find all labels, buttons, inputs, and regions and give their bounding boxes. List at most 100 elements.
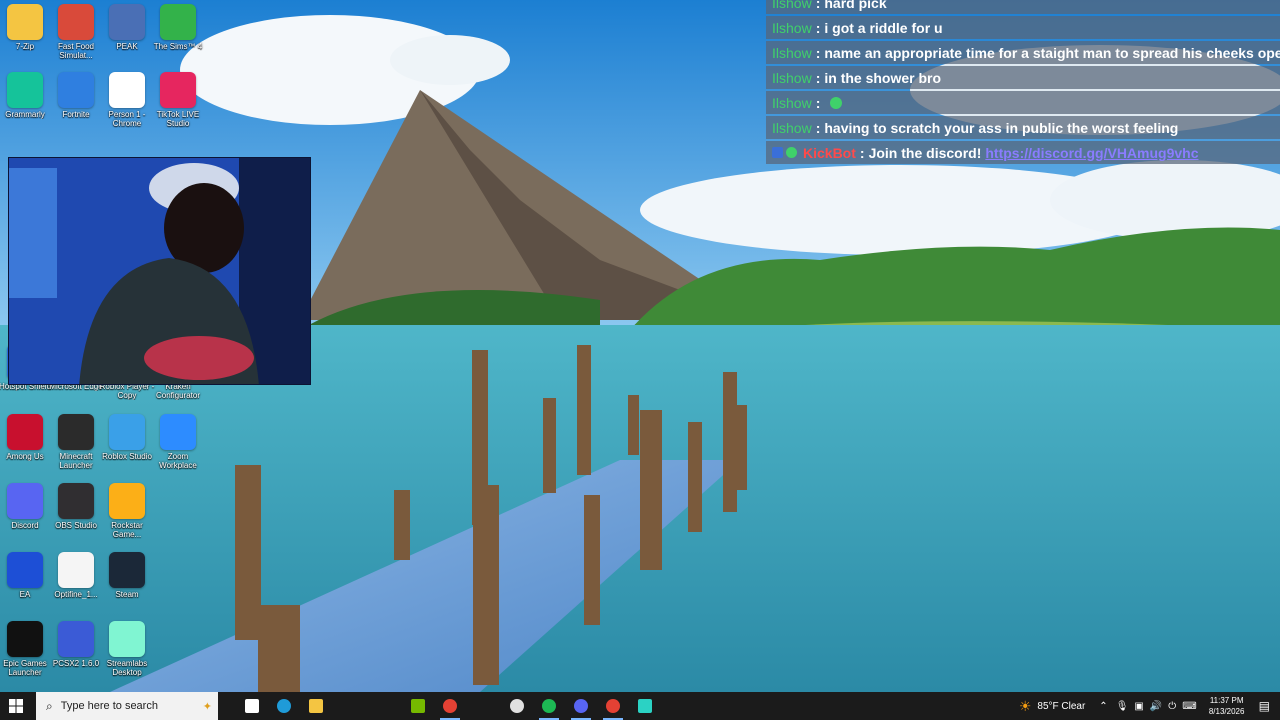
chat-message: Ilshow: i got a riddle for u [766, 16, 1280, 39]
desktop-icon[interactable]: Among Us [0, 414, 51, 461]
chat-separator: : [859, 144, 865, 161]
network-icon[interactable]: ▣ [1134, 701, 1143, 712]
search-highlight-icon: ✦ [202, 700, 212, 713]
clock-date: 8/13/2026 [1208, 707, 1245, 716]
desktop-icon[interactable]: OBS Studio [50, 483, 102, 530]
rockstar-icon [109, 483, 145, 519]
grammarly-icon [7, 72, 43, 108]
chat-separator: : [815, 69, 821, 86]
taskbar-app-button[interactable] [434, 692, 466, 720]
taskbar-app-button[interactable] [300, 692, 332, 720]
chat-separator: : [815, 0, 821, 11]
webcam-overlay [8, 157, 311, 385]
chrome-icon [443, 699, 457, 713]
microphone-icon[interactable]: 🎙 [1116, 701, 1129, 712]
desktop-icon[interactable]: Fortnite [50, 72, 102, 119]
desktop-icon[interactable]: Rockstar Game... [101, 483, 153, 539]
chevron-up-icon[interactable]: ⌃ [1099, 701, 1107, 712]
weather-icon[interactable]: ☀ [1019, 698, 1032, 715]
bot-username: KickBot [803, 144, 856, 161]
chat-username: Ilshow [772, 44, 812, 61]
chat-text: i got a riddle for u [824, 19, 943, 36]
desktop-icon[interactable]: Discord [0, 483, 51, 530]
desktop-icon[interactable]: The Sims™ 4 [152, 4, 204, 51]
desktop-icon-label: The Sims™ 4 [153, 42, 203, 51]
desktop-icon[interactable]: 7-Zip [0, 4, 51, 51]
search-placeholder: Type here to search [60, 700, 158, 712]
desktop-icon[interactable]: Fast Food Simulat... [50, 4, 102, 60]
notifications-icon[interactable]: ▤ [1259, 699, 1270, 713]
task-view-icon [245, 699, 259, 713]
taskbar-app-button[interactable] [629, 692, 661, 720]
discord-icon [7, 483, 43, 519]
desktop-icon[interactable]: EA [0, 552, 51, 599]
weather-text[interactable]: 85°F Clear [1037, 701, 1085, 712]
power-icon[interactable]: ⏻ [1168, 701, 1176, 712]
chat-username: Ilshow [772, 0, 812, 11]
desktop-icon[interactable]: Person 1 - Chrome [101, 72, 153, 128]
file-explorer-icon [309, 699, 323, 713]
streamlabs-icon [109, 621, 145, 657]
chat-text: hard pick [824, 0, 887, 11]
chat-username: Ilshow [772, 19, 812, 36]
zoom-icon [160, 414, 196, 450]
desktop-icon-label: Zoom Workplace [159, 452, 197, 470]
sims-icon [160, 4, 196, 40]
among-us-icon [7, 414, 43, 450]
nvidia-icon [411, 699, 425, 713]
desktop-icon[interactable]: Optifine_1... [50, 552, 102, 599]
desktop-icon-label: Rockstar Game... [111, 521, 143, 539]
java-icon [58, 552, 94, 588]
system-tray: ☀ 85°F Clear ⌃ 🎙 ▣ 🔊 ⏻ ⌨ 11:37 PM 8/13/2… [1019, 692, 1280, 720]
bot-text: Join the discord! [868, 144, 982, 161]
verified-badge-icon [786, 147, 797, 158]
language-icon[interactable]: ⌨ [1182, 701, 1196, 712]
discord-invite-link[interactable]: https://discord.gg/VHAmug9vhc [985, 145, 1198, 161]
chat-text: having to scratch your ass in public the… [824, 119, 1179, 136]
minecraft-icon [58, 414, 94, 450]
desktop-icon[interactable]: TikTok LIVE Studio [152, 72, 204, 128]
taskbar-app-button[interactable] [533, 692, 565, 720]
start-button[interactable] [0, 692, 32, 720]
folder-icon [7, 4, 43, 40]
taskbar-app-button[interactable] [268, 692, 300, 720]
desktop-icon[interactable]: Streamlabs Desktop [101, 621, 153, 677]
volume-icon[interactable]: 🔊 [1150, 701, 1162, 712]
chat-message: Ilshow: in the shower bro [766, 66, 1280, 89]
clock[interactable]: 11:37 PM 8/13/2026 [1201, 695, 1253, 717]
pcsx2-icon [58, 621, 94, 657]
clock-time: 11:37 PM [1209, 696, 1244, 705]
spotify-icon [542, 699, 556, 713]
chat-message: Ilshow: name an appropriate time for a st… [766, 41, 1280, 64]
fastfood-icon [58, 4, 94, 40]
stream-chat-overlay: Ilshow: hard pick Ilshow: i got a riddle fo… [766, 0, 1280, 166]
ea-icon [7, 552, 43, 588]
taskbar-app-button[interactable] [597, 692, 629, 720]
desktop-icon[interactable]: Epic Games Launcher [0, 621, 51, 677]
chat-username: Ilshow [772, 94, 812, 111]
obs-icon [510, 699, 524, 713]
desktop-icon[interactable]: Grammarly [0, 72, 51, 119]
chat-message: Ilshow: hard pick [766, 0, 1280, 14]
desktop-icon[interactable]: PCSX2 1.6.0 [50, 621, 102, 668]
chat-separator: : [815, 119, 821, 136]
chat-username: Ilshow [772, 69, 812, 86]
peak-icon [109, 4, 145, 40]
terminal-icon [638, 699, 652, 713]
desktop-icon-label: Steam [115, 590, 139, 599]
desktop-icon[interactable]: Zoom Workplace [152, 414, 204, 470]
chrome-icon [109, 72, 145, 108]
search-icon: ⌕ [46, 698, 53, 713]
taskbar-app-list [236, 692, 661, 720]
taskbar-app-button[interactable] [402, 692, 434, 720]
chat-text: in the shower bro [824, 69, 942, 86]
desktop-icon[interactable]: Steam [101, 552, 153, 599]
desktop-icon[interactable]: PEAK [101, 4, 153, 51]
desktop-icon[interactable]: Roblox Studio [101, 414, 153, 461]
taskbar-app-button[interactable] [565, 692, 597, 720]
taskbar-search-box[interactable]: ⌕ Type here to search ✦ [36, 692, 218, 720]
taskbar-app-button[interactable] [501, 692, 533, 720]
discord-icon [574, 699, 588, 713]
desktop-icon[interactable]: Minecraft Launcher [50, 414, 102, 470]
taskbar-app-button[interactable] [236, 692, 268, 720]
